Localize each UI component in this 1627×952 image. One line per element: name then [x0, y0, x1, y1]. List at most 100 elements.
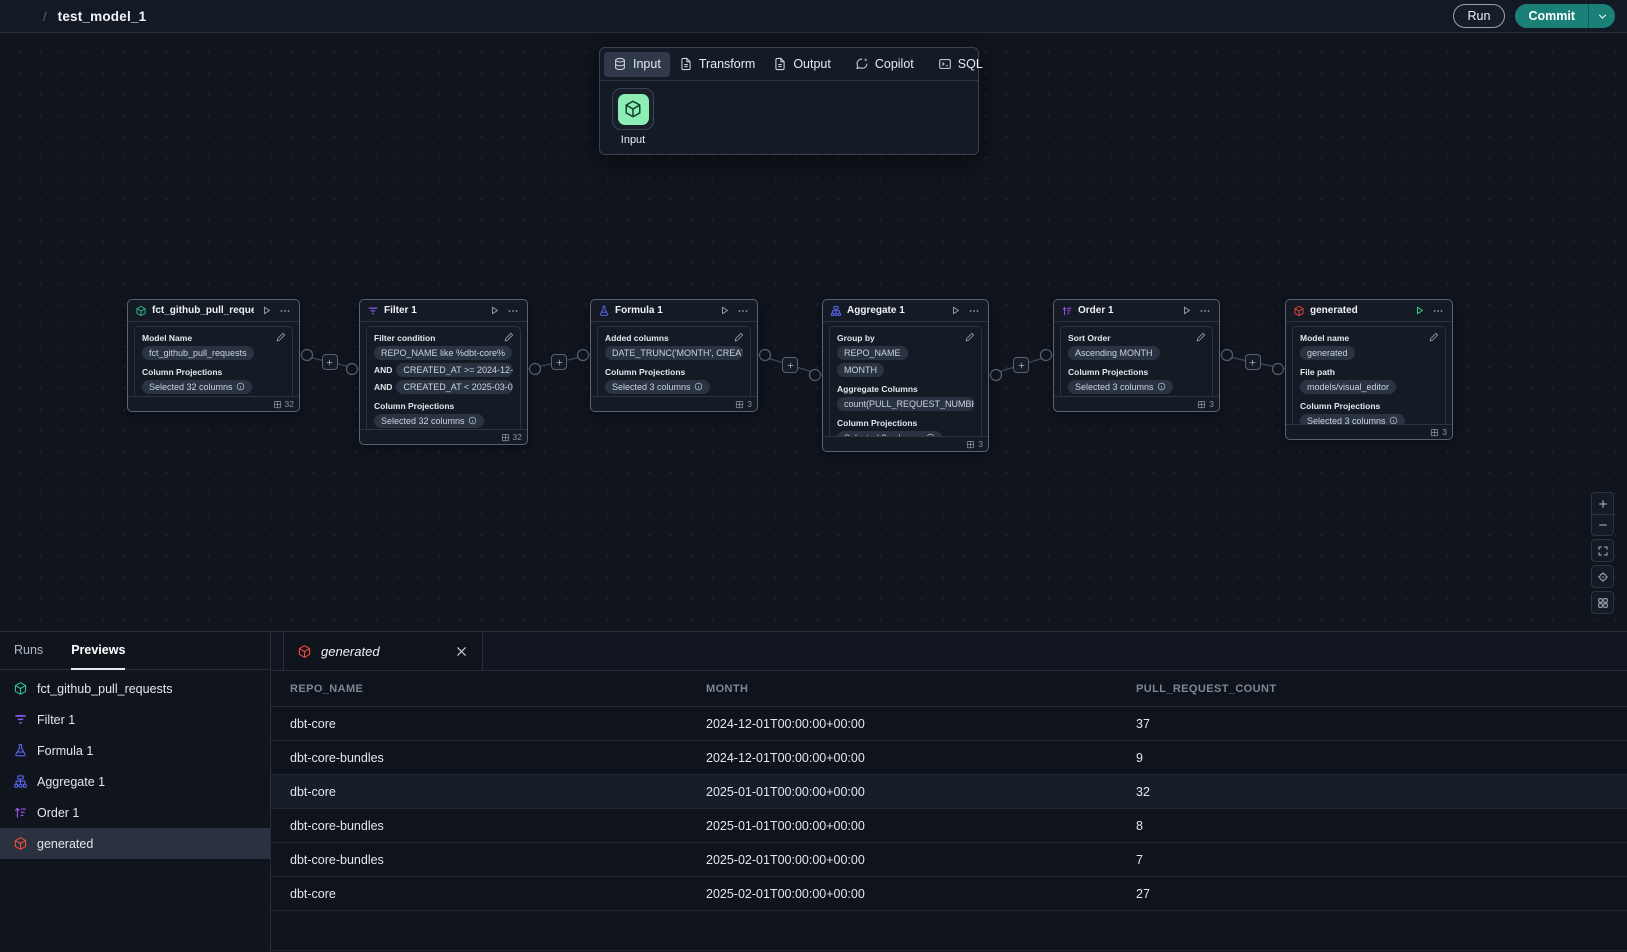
value-pill[interactable]: CREATED_AT < 2025-03-01	[396, 380, 513, 395]
connection-port[interactable]	[578, 350, 589, 361]
connection-port[interactable]	[1222, 350, 1233, 361]
value-pill[interactable]: DATE_TRUNC('MONTH', CREATED_AT...	[605, 346, 743, 361]
node-generated[interactable]: generatedModel namegeneratedFile pathmod…	[1285, 299, 1453, 440]
sidebar-item-formula-1[interactable]: Formula 1	[0, 735, 270, 766]
run-node-button[interactable]	[717, 304, 731, 318]
collapse-panel-icon[interactable]	[1538, 644, 1553, 659]
value-pill[interactable]: Selected 32 columns	[142, 380, 252, 395]
sidebar-item-generated[interactable]: generated	[0, 828, 270, 859]
bottom-panel: Runs Previews fct_github_pull_requestsFil…	[0, 631, 1627, 952]
field-value-row: Selected 3 columns	[605, 380, 743, 395]
add-node-between-button[interactable]	[1245, 354, 1261, 370]
preview-tab-generated[interactable]: generated	[283, 632, 483, 670]
connection-port[interactable]	[347, 364, 358, 375]
run-button[interactable]: Run	[1453, 4, 1506, 28]
table-cell: 9	[1136, 751, 1627, 765]
zoom-in-button[interactable]	[1592, 493, 1613, 514]
node-fct-github-pull-requests[interactable]: fct_github_pull_requestsModel Namefct_gi…	[127, 299, 300, 412]
locate-button[interactable]	[1591, 565, 1614, 588]
node-footer: 3	[1054, 396, 1219, 411]
run-node-button[interactable]	[259, 304, 273, 318]
tab-runs[interactable]: Runs	[14, 632, 43, 670]
sidebar-item-filter-1[interactable]: Filter 1	[0, 704, 270, 735]
add-node-between-button[interactable]	[322, 354, 338, 370]
pill-text: CREATED_AT >= 2024-12-01	[403, 365, 513, 376]
value-pill[interactable]: Selected 3 columns	[1300, 414, 1405, 425]
edit-icon[interactable]	[276, 332, 286, 342]
node-menu-button[interactable]	[278, 304, 292, 318]
node-title: Formula 1	[615, 305, 712, 316]
condition-operator: AND	[374, 365, 392, 375]
value-pill[interactable]: REPO_NAME	[837, 346, 908, 361]
node-formula-1[interactable]: Formula 1Added columnsDATE_TRUNC('MONTH'…	[590, 299, 758, 412]
node-menu-button[interactable]	[1431, 304, 1445, 318]
edit-icon[interactable]	[1196, 332, 1206, 342]
sidebar-item-fct-github-pull-requests[interactable]: fct_github_pull_requests	[0, 673, 270, 704]
connection-port[interactable]	[991, 370, 1002, 381]
value-pill[interactable]: fct_github_pull_requests	[142, 346, 254, 361]
node-aggregate-1[interactable]: Aggregate 1Group byREPO_NAMEMONTHAggrega…	[822, 299, 989, 452]
run-node-button[interactable]	[1179, 304, 1193, 318]
node-menu-button[interactable]	[506, 304, 520, 318]
sidebar-item-order-1[interactable]: Order 1	[0, 797, 270, 828]
value-pill[interactable]: models/visual_editor	[1300, 380, 1396, 395]
value-pill[interactable]: Selected 3 columns	[837, 431, 942, 437]
tab-previews[interactable]: Previews	[71, 632, 125, 670]
field-label: Model name	[1300, 333, 1349, 343]
value-pill[interactable]: Selected 3 columns	[605, 380, 710, 395]
add-input-node-button[interactable]	[612, 88, 654, 130]
add-node-between-button[interactable]	[551, 354, 567, 370]
zoom-out-button[interactable]	[1592, 514, 1613, 535]
preview-table: REPO_NAMEMONTHPULL_REQUEST_COUNT dbt-cor…	[271, 671, 1627, 952]
node-menu-button[interactable]	[736, 304, 750, 318]
value-pill[interactable]: CREATED_AT >= 2024-12-01	[396, 363, 513, 378]
toolbar-tab-input[interactable]: Input	[604, 52, 670, 77]
commit-dropdown-button[interactable]	[1588, 4, 1615, 28]
value-pill[interactable]: Selected 32 columns	[374, 414, 484, 429]
edit-icon[interactable]	[504, 332, 514, 342]
run-node-button[interactable]	[1412, 304, 1426, 318]
connection-port[interactable]	[302, 350, 313, 361]
value-pill[interactable]: generated	[1300, 346, 1355, 361]
connection-port[interactable]	[530, 364, 541, 375]
toolbar-tab-label: Output	[793, 57, 831, 71]
value-pill[interactable]: count(PULL_REQUEST_NUMBER) as ...	[837, 397, 974, 412]
connection-port[interactable]	[1273, 364, 1284, 375]
previews-sidebar: Runs Previews fct_github_pull_requestsFil…	[0, 632, 271, 952]
toolbar-panel-item-input[interactable]: Input	[612, 88, 654, 147]
locate-icon	[1597, 571, 1609, 583]
edit-icon[interactable]	[734, 332, 744, 342]
value-pill[interactable]: Ascending MONTH	[1068, 346, 1160, 361]
node-menu-button[interactable]	[967, 304, 981, 318]
minimap-button[interactable]	[1591, 591, 1614, 614]
connection-port[interactable]	[1041, 350, 1052, 361]
fit-view-button[interactable]	[1591, 539, 1614, 562]
add-node-between-button[interactable]	[782, 357, 798, 373]
columns-icon	[501, 433, 510, 442]
edit-icon[interactable]	[1429, 332, 1439, 342]
field-value-row: Selected 32 columns	[374, 414, 513, 429]
sidebar-item-aggregate-1[interactable]: Aggregate 1	[0, 766, 270, 797]
connection-port[interactable]	[760, 350, 771, 361]
canvas[interactable]: InputTransformOutputCopilotSQL Input fct…	[0, 33, 1627, 631]
run-node-button[interactable]	[948, 304, 962, 318]
table-cell: 32	[1136, 785, 1627, 799]
grid-icon	[1597, 597, 1609, 609]
toolbar-tab-copilot[interactable]: Copilot	[846, 52, 923, 77]
value-pill[interactable]: MONTH	[837, 363, 884, 378]
node-order-1[interactable]: Order 1Sort OrderAscending MONTHColumn P…	[1053, 299, 1220, 412]
run-node-button[interactable]	[487, 304, 501, 318]
toolbar-tab-sql[interactable]: SQL	[929, 52, 992, 77]
value-pill[interactable]: REPO_NAME like %dbt-core%	[374, 346, 512, 361]
node-menu-button[interactable]	[1198, 304, 1212, 318]
add-node-between-button[interactable]	[1013, 357, 1029, 373]
toolbar-tab-transform[interactable]: Transform	[670, 52, 765, 77]
toolbar-tab-output[interactable]: Output	[764, 52, 840, 77]
field-value-row: Selected 3 columns	[1068, 380, 1205, 395]
commit-button[interactable]: Commit	[1515, 4, 1588, 28]
edit-icon[interactable]	[965, 332, 975, 342]
value-pill[interactable]: Selected 3 columns	[1068, 380, 1173, 395]
connection-port[interactable]	[810, 370, 821, 381]
node-filter-1[interactable]: Filter 1Filter conditionREPO_NAME like %…	[359, 299, 528, 445]
close-icon[interactable]	[454, 644, 469, 659]
